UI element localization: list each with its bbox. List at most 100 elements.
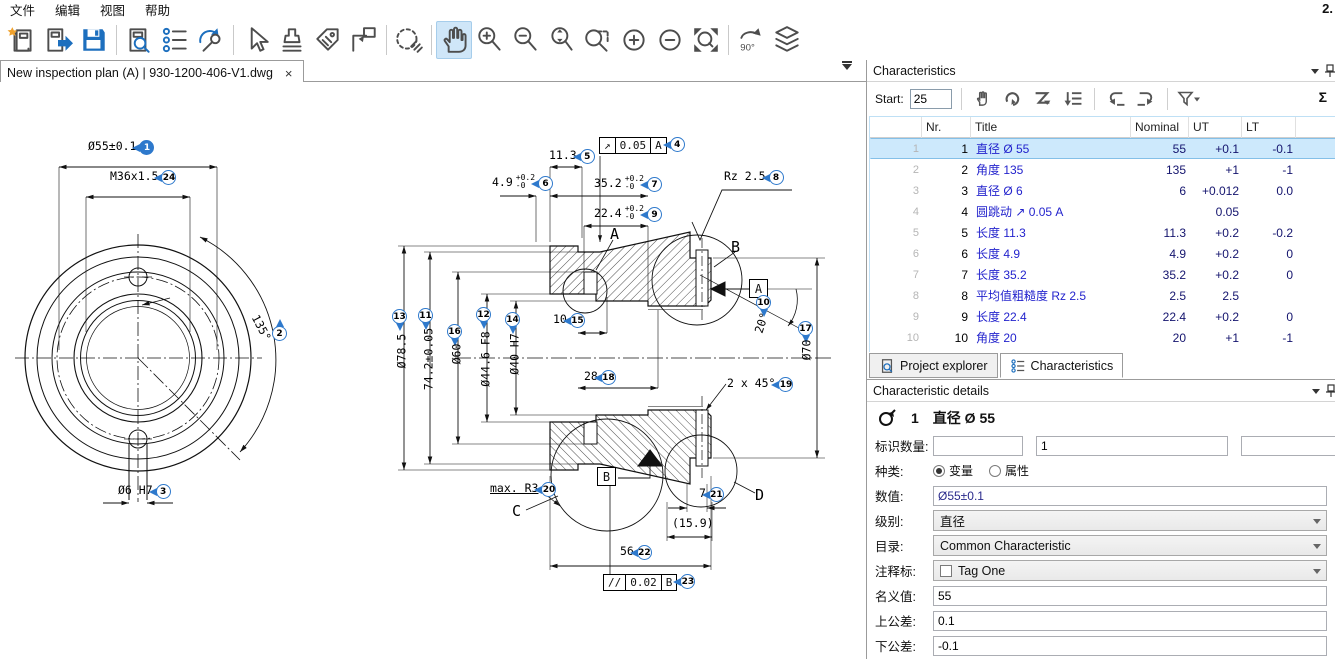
- characteristics-list-button[interactable]: [157, 21, 193, 59]
- tag-button[interactable]: [310, 21, 346, 59]
- cell-idx: 8: [871, 290, 923, 302]
- zoom-window-button[interactable]: [580, 21, 616, 59]
- pan-hand-button[interactable]: [436, 21, 472, 59]
- balloon-12[interactable]: 12: [476, 307, 491, 322]
- balloon-16[interactable]: 16: [447, 324, 462, 339]
- tab-characteristics[interactable]: Characteristics: [1000, 353, 1124, 378]
- balloon-17[interactable]: 17: [798, 321, 813, 336]
- panel-menu-caret-icon[interactable]: [1312, 389, 1320, 394]
- column-header-nr[interactable]: Nr.: [922, 117, 971, 138]
- balloon-21[interactable]: 21: [709, 487, 724, 502]
- table-header[interactable]: Nr. Title Nominal UT LT: [870, 117, 1335, 138]
- start-input[interactable]: [910, 89, 952, 109]
- balloon-18[interactable]: 18: [601, 370, 616, 385]
- balloon-13[interactable]: 13: [392, 309, 407, 324]
- balloon-4[interactable]: 4: [670, 137, 685, 152]
- menu-view[interactable]: 视图: [90, 0, 135, 20]
- table-row[interactable]: 11直径 Ø 5555+0.1-0.1: [870, 138, 1335, 159]
- update-settings-button[interactable]: [193, 21, 229, 59]
- filter-icon[interactable]: [1177, 87, 1201, 111]
- tab-close-icon[interactable]: ×: [283, 66, 295, 81]
- table-row[interactable]: 22角度 135135+1-1: [870, 159, 1335, 180]
- table-row[interactable]: 44圆跳动 ↗ 0.05 A0.05: [870, 201, 1335, 222]
- table-row[interactable]: 33直径 Ø 66+0.0120.0: [870, 180, 1335, 201]
- table-row[interactable]: 66长度 4.94.9+0.20: [870, 243, 1335, 264]
- balloon-24[interactable]: 24: [161, 170, 176, 185]
- catalog-select[interactable]: Common Characteristic: [933, 535, 1327, 556]
- increase-button[interactable]: [616, 21, 652, 59]
- id-count-input-3[interactable]: [1241, 436, 1335, 456]
- lower-tolerance-input[interactable]: [933, 636, 1327, 656]
- layers-button[interactable]: [769, 21, 805, 59]
- table-row[interactable]: 1010角度 2020+1-1: [870, 327, 1335, 348]
- table-row[interactable]: 55长度 11.311.3+0.2-0.2: [870, 222, 1335, 243]
- document-tab[interactable]: New inspection plan (A) | 930-1200-406-V…: [0, 60, 304, 82]
- open-plan-button[interactable]: [40, 21, 76, 59]
- level-select[interactable]: 直径: [933, 510, 1327, 531]
- new-plan-button[interactable]: [4, 21, 40, 59]
- move-before-icon[interactable]: [1104, 87, 1128, 111]
- nominal-input[interactable]: [933, 586, 1327, 606]
- menu-edit[interactable]: 编辑: [45, 0, 90, 20]
- column-header-nominal[interactable]: Nominal: [1131, 117, 1189, 138]
- balloon-1[interactable]: 1: [139, 140, 154, 155]
- move-after-icon[interactable]: [1134, 87, 1158, 111]
- tag-select[interactable]: Tag One: [933, 560, 1327, 581]
- rotate-90-button[interactable]: 90°: [733, 21, 769, 59]
- save-button[interactable]: [76, 21, 112, 59]
- project-search-button[interactable]: [121, 21, 157, 59]
- tag-checkbox[interactable]: [940, 565, 952, 577]
- tab-overflow-icon[interactable]: [842, 64, 852, 70]
- balloon-20[interactable]: 20: [541, 482, 556, 497]
- upper-tolerance-input[interactable]: [933, 611, 1327, 631]
- column-header-lt[interactable]: LT: [1242, 117, 1296, 138]
- tab-project-explorer[interactable]: Project explorer: [869, 353, 998, 378]
- balloon-8[interactable]: 8: [769, 170, 784, 185]
- table-row[interactable]: 99长度 22.422.4+0.20: [870, 306, 1335, 327]
- table-row[interactable]: 88平均值粗糙度 Rz 2.52.52.5: [870, 285, 1335, 306]
- balloon-15[interactable]: 15: [570, 313, 585, 328]
- panel-pin-icon[interactable]: [1324, 64, 1335, 78]
- balloon-23[interactable]: 23: [680, 574, 695, 589]
- hatch-region-button[interactable]: [391, 21, 427, 59]
- balloon-7[interactable]: 7: [647, 177, 662, 192]
- balloon-10[interactable]: 10: [756, 295, 771, 310]
- balloon-11[interactable]: 11: [418, 308, 433, 323]
- balloon-19[interactable]: 19: [778, 377, 793, 392]
- balloon-dimension-button[interactable]: [346, 21, 382, 59]
- menu-file[interactable]: 文件: [0, 0, 45, 20]
- id-count-input-2[interactable]: [1036, 436, 1228, 456]
- column-header-ut[interactable]: UT: [1189, 117, 1242, 138]
- balloon-9[interactable]: 9: [647, 207, 662, 222]
- column-header-title[interactable]: Title: [971, 117, 1131, 138]
- panel-menu-caret-icon[interactable]: [1311, 69, 1319, 74]
- stamp-button[interactable]: [274, 21, 310, 59]
- zigzag-order-icon[interactable]: [1031, 87, 1055, 111]
- panel-pin-icon[interactable]: [1325, 384, 1335, 398]
- pick-hand-icon[interactable]: [971, 87, 995, 111]
- zoom-out-button[interactable]: [508, 21, 544, 59]
- zoom-in-button[interactable]: [472, 21, 508, 59]
- balloon-22[interactable]: 22: [637, 545, 652, 560]
- value-input[interactable]: [933, 486, 1327, 506]
- select-cursor-button[interactable]: [238, 21, 274, 59]
- balloon-3[interactable]: 3: [156, 484, 171, 499]
- table-row[interactable]: 77长度 35.235.2+0.20: [870, 264, 1335, 285]
- id-count-input-1[interactable]: [933, 436, 1023, 456]
- menu-help[interactable]: 帮助: [135, 0, 180, 20]
- balloon-6[interactable]: 6: [538, 176, 553, 191]
- sum-symbol[interactable]: Σ: [1319, 89, 1327, 105]
- renumber-icon[interactable]: [1001, 87, 1025, 111]
- balloon-14[interactable]: 14: [505, 312, 520, 327]
- cell-title: 直径 Ø 55: [972, 140, 1132, 157]
- balloon-2[interactable]: 2: [272, 326, 287, 341]
- drawing-viewport[interactable]: Ø55±0.11M36x1.524135°2Ø6 H73↗0.05A411.35…: [0, 82, 866, 659]
- decrease-button[interactable]: [652, 21, 688, 59]
- column-header-index[interactable]: [870, 117, 922, 138]
- balloon-5[interactable]: 5: [580, 149, 595, 164]
- sort-list-icon[interactable]: [1061, 87, 1085, 111]
- kind-radio-attribute[interactable]: [989, 465, 1001, 477]
- kind-radio-variable[interactable]: [933, 465, 945, 477]
- zoom-dynamic-button[interactable]: [544, 21, 580, 59]
- zoom-fit-button[interactable]: [688, 21, 724, 59]
